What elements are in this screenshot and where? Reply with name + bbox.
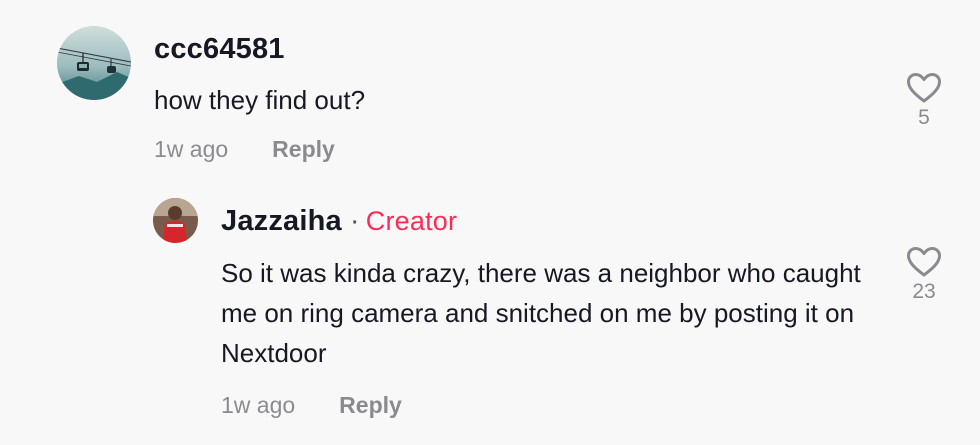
heart-outline-icon — [907, 247, 941, 277]
reply-button[interactable]: Reply — [339, 392, 402, 418]
reply-username[interactable]: Jazzaiha · Creator — [221, 205, 457, 238]
like-button[interactable]: 23 — [899, 246, 949, 304]
comment-item: ccc64581 how they find out? 1w ago Reply … — [0, 0, 980, 180]
like-count: 5 — [918, 106, 930, 129]
comment-text: how they find out? — [154, 85, 366, 115]
reply-meta: 1w ago Reply — [221, 392, 402, 419]
like-count: 23 — [912, 280, 936, 303]
heart-outline-icon — [907, 73, 941, 103]
reply-timestamp: 1w ago — [221, 392, 296, 418]
comment-timestamp: 1w ago — [154, 136, 229, 162]
comment-meta: 1w ago Reply — [154, 136, 335, 163]
reply-username-text[interactable]: Jazzaiha — [221, 205, 342, 237]
reply-text: So it was kinda crazy, there was a neigh… — [221, 258, 861, 368]
avatar[interactable] — [153, 198, 198, 243]
cable-car-avatar-image — [57, 26, 131, 100]
reply-button[interactable]: Reply — [272, 136, 335, 162]
creator-avatar-image — [153, 198, 198, 243]
separator-dot: · — [349, 205, 360, 237]
avatar[interactable] — [57, 26, 131, 100]
like-button[interactable]: 5 — [899, 72, 949, 130]
comment-username[interactable]: ccc64581 — [154, 33, 285, 66]
creator-badge: Creator — [365, 206, 458, 236]
reply-item: Jazzaiha · Creator So it was kinda crazy, … — [0, 180, 980, 445]
